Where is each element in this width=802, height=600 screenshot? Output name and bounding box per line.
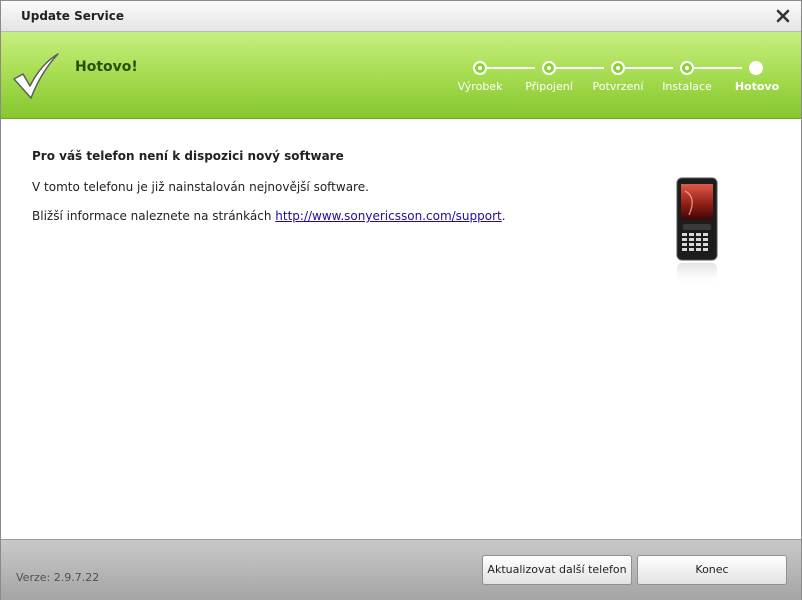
support-link[interactable]: http://www.sonyericsson.com/support (275, 209, 501, 223)
update-another-phone-button[interactable]: Aktualizovat další telefon (482, 555, 632, 585)
content-area: Pro váš telefon není k dispozici nový so… (1, 119, 801, 539)
step-connector (556, 67, 604, 69)
footer-bar: Verze: 2.9.7.22 Aktualizovat další telef… (1, 539, 801, 600)
step-dot-pripojeni (542, 61, 556, 75)
support-suffix: . (501, 209, 506, 223)
support-text: Bližší informace naleznete na stránkách … (32, 209, 506, 223)
info-text: V tomto telefonu je již nainstalován nej… (32, 180, 369, 194)
version-label: Verze: 2.9.7.22 (16, 571, 100, 584)
finish-button[interactable]: Konec (637, 555, 787, 585)
step-connector (487, 67, 535, 69)
step-label-potvrzeni: Potvrzení (592, 80, 644, 93)
progress-header: Hotovo! Výrobek Připojení Potvrzení Inst… (1, 32, 801, 119)
step-label-hotovo: Hotovo (734, 80, 780, 93)
window-title: Update Service (21, 9, 124, 23)
step-dot-vyrobek (473, 61, 487, 75)
step-dot-hotovo (749, 61, 763, 75)
title-bar: Update Service (1, 1, 801, 32)
step-connector (694, 67, 742, 69)
step-connector (625, 67, 673, 69)
update-service-window: Update Service Hotovo! Výrobek Připojení… (0, 0, 802, 600)
result-heading: Pro váš telefon není k dispozici nový so… (32, 149, 344, 163)
step-label-pripojeni: Připojení (525, 80, 573, 93)
step-label-instalace: Instalace (662, 80, 712, 93)
close-icon[interactable] (773, 6, 793, 26)
phone-image (676, 177, 718, 287)
support-prefix: Bližší informace naleznete na stránkách (32, 209, 276, 223)
step-dot-instalace (680, 61, 694, 75)
step-label-vyrobek: Výrobek (457, 80, 503, 93)
step-indicator: Výrobek Připojení Potvrzení Instalace Ho… (1, 32, 801, 118)
step-dot-potvrzeni (611, 61, 625, 75)
